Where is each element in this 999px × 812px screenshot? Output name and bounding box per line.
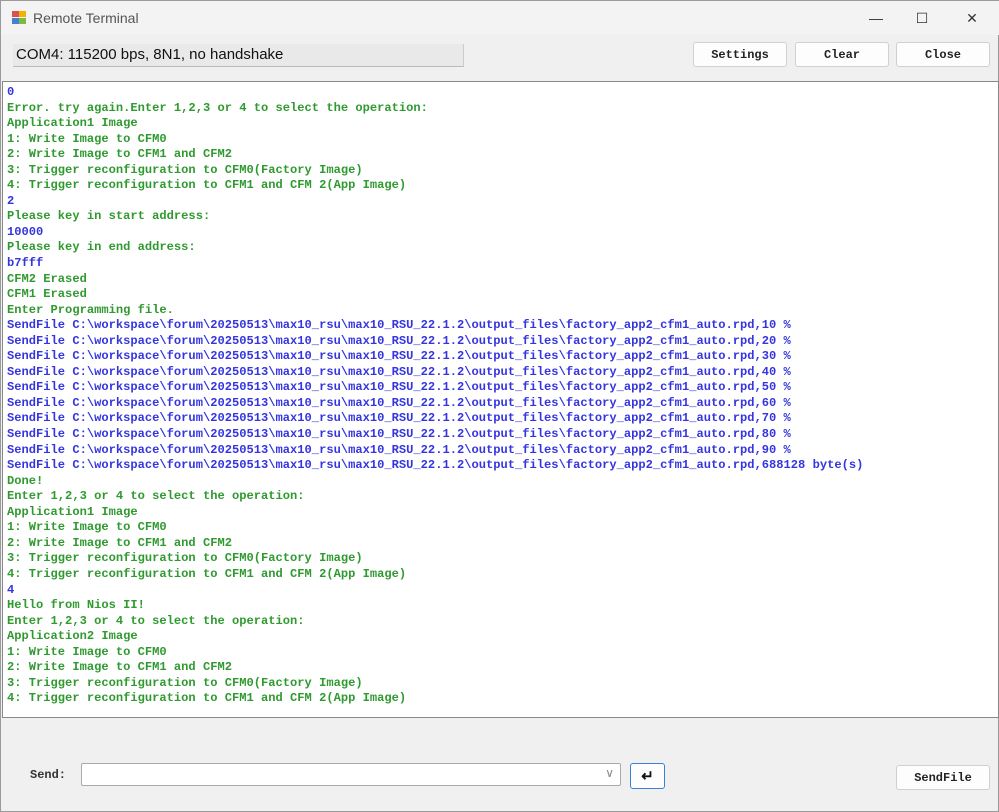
terminal-line: Application2 Image [7, 629, 138, 644]
terminal-line: 1: Write Image to CFM0 [7, 644, 167, 659]
terminal-line: SendFile C:\workspace\forum\20250513\max… [7, 380, 791, 395]
terminal-line: SendFile C:\workspace\forum\20250513\max… [7, 318, 791, 333]
terminal-line: 4 [7, 582, 15, 597]
terminal-line: 2: Write Image to CFM1 and CFM2 [7, 147, 232, 162]
terminal-line: 2 [7, 193, 15, 208]
terminal-line: SendFile C:\workspace\forum\20250513\max… [7, 364, 791, 379]
terminal-line: CFM2 Erased [7, 271, 87, 286]
terminal-line: SendFile C:\workspace\forum\20250513\max… [7, 333, 791, 348]
terminal-line: 4: Trigger reconfiguration to CFM1 and C… [7, 691, 407, 706]
terminal-line: Error. try again.Enter 1,2,3 or 4 to sel… [7, 100, 428, 115]
send-label: Send: [30, 768, 67, 782]
terminal-line: SendFile C:\workspace\forum\20250513\max… [7, 395, 791, 410]
terminal-line: Application1 Image [7, 504, 138, 519]
close-window-button[interactable]: ✕ [949, 1, 995, 35]
terminal-line: Done! [7, 473, 44, 488]
terminal-line: 4: Trigger reconfiguration to CFM1 and C… [7, 566, 407, 581]
terminal-line: 0 [7, 85, 15, 99]
minimize-button[interactable]: — [853, 1, 899, 35]
terminal-line: 3: Trigger reconfiguration to CFM0(Facto… [7, 675, 363, 690]
title-bar: Remote Terminal — ☐ ✕ [1, 1, 999, 35]
terminal-line: SendFile C:\workspace\forum\20250513\max… [7, 411, 791, 426]
terminal-line: SendFile C:\workspace\forum\20250513\max… [7, 458, 864, 473]
terminal-line: 3: Trigger reconfiguration to CFM0(Facto… [7, 162, 363, 177]
app-icon [12, 11, 27, 25]
terminal-line: CFM1 Erased [7, 287, 87, 302]
terminal-line: 2: Write Image to CFM1 and CFM2 [7, 535, 232, 550]
terminal-line: 2: Write Image to CFM1 and CFM2 [7, 660, 232, 675]
terminal-line: Application1 Image [7, 116, 138, 131]
connection-status: COM4: 115200 bps, 8N1, no handshake [13, 44, 464, 67]
terminal-line: Hello from Nios II! [7, 598, 145, 613]
send-input[interactable]: ∨ [81, 763, 621, 786]
enter-icon: ↵ [641, 768, 654, 785]
terminal-line: 4: Trigger reconfiguration to CFM1 and C… [7, 178, 407, 193]
terminal-line: SendFile C:\workspace\forum\20250513\max… [7, 442, 791, 457]
clear-button[interactable]: Clear [795, 42, 889, 67]
terminal-line: Enter 1,2,3 or 4 to select the operation… [7, 489, 305, 504]
terminal-line: 3: Trigger reconfiguration to CFM0(Facto… [7, 551, 363, 566]
terminal-line: Enter 1,2,3 or 4 to select the operation… [7, 613, 305, 628]
maximize-button[interactable]: ☐ [899, 1, 945, 35]
terminal-line: b7fff [7, 256, 44, 271]
close-button[interactable]: Close [896, 42, 990, 67]
terminal-line: SendFile C:\workspace\forum\20250513\max… [7, 349, 791, 364]
terminal-line: 1: Write Image to CFM0 [7, 520, 167, 535]
terminal-line: Enter Programming file. [7, 302, 174, 317]
settings-button[interactable]: Settings [693, 42, 787, 67]
terminal-output[interactable]: 0 Error. try again.Enter 1,2,3 or 4 to se… [2, 81, 999, 718]
terminal-line: SendFile C:\workspace\forum\20250513\max… [7, 427, 791, 442]
enter-button[interactable]: ↵ [630, 763, 665, 789]
sendfile-button[interactable]: SendFile [896, 765, 990, 790]
terminal-line: 10000 [7, 224, 44, 239]
terminal-line: 1: Write Image to CFM0 [7, 131, 167, 146]
terminal-line: Please key in start address: [7, 209, 211, 224]
chevron-down-icon[interactable]: ∨ [605, 766, 614, 780]
terminal-line: Please key in end address: [7, 240, 196, 255]
window-title: Remote Terminal [33, 10, 139, 26]
